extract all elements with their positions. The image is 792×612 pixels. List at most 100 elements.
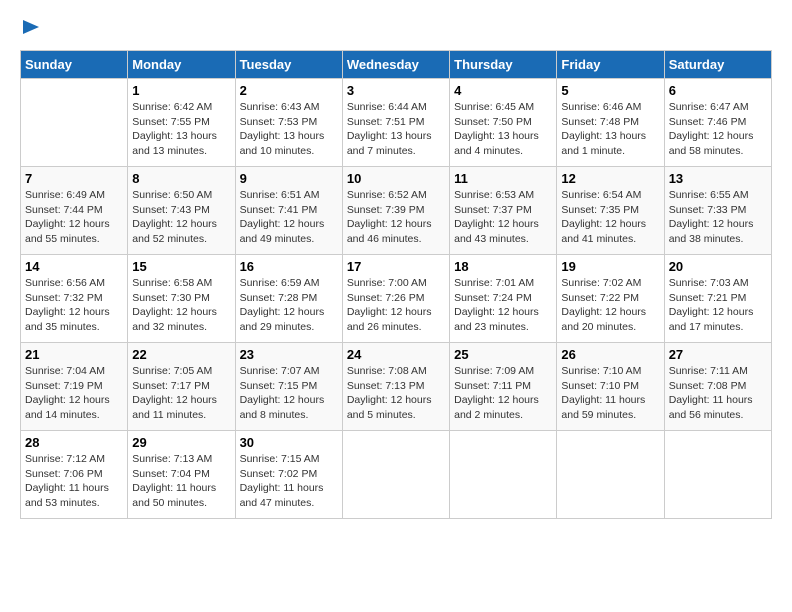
calendar-cell: 7 Sunrise: 6:49 AMSunset: 7:44 PMDaylight… <box>21 167 128 255</box>
calendar-cell: 18Sunrise: 7:01 AMSunset: 7:24 PMDayligh… <box>450 255 557 343</box>
day-number: 23 <box>240 347 338 362</box>
day-number: 24 <box>347 347 445 362</box>
day-number: 8 <box>132 171 230 186</box>
calendar-cell: 9 Sunrise: 6:51 AMSunset: 7:41 PMDaylight… <box>235 167 342 255</box>
day-number: 11 <box>454 171 552 186</box>
cell-sun-info: Sunrise: 6:50 AMSunset: 7:43 PMDaylight:… <box>132 188 230 247</box>
calendar-cell: 4 Sunrise: 6:45 AMSunset: 7:50 PMDaylight… <box>450 79 557 167</box>
day-number: 2 <box>240 83 338 98</box>
day-number: 1 <box>132 83 230 98</box>
cell-sun-info: Sunrise: 7:07 AMSunset: 7:15 PMDaylight:… <box>240 364 338 423</box>
calendar-cell: 13Sunrise: 6:55 AMSunset: 7:33 PMDayligh… <box>664 167 771 255</box>
day-number: 25 <box>454 347 552 362</box>
cell-sun-info: Sunrise: 6:42 AMSunset: 7:55 PMDaylight:… <box>132 100 230 159</box>
day-number: 22 <box>132 347 230 362</box>
calendar-cell: 2 Sunrise: 6:43 AMSunset: 7:53 PMDaylight… <box>235 79 342 167</box>
calendar-week-row: 21 Sunrise: 7:04 AMSunset: 7:19 PMDayligh… <box>21 343 772 431</box>
calendar-cell: 25Sunrise: 7:09 AMSunset: 7:11 PMDayligh… <box>450 343 557 431</box>
calendar-cell: 14 Sunrise: 6:56 AMSunset: 7:32 PMDayligh… <box>21 255 128 343</box>
day-number: 4 <box>454 83 552 98</box>
calendar-cell: 19 Sunrise: 7:02 AMSunset: 7:22 PMDayligh… <box>557 255 664 343</box>
weekday-header-row: SundayMondayTuesdayWednesdayThursdayFrid… <box>21 51 772 79</box>
cell-sun-info: Sunrise: 7:00 AMSunset: 7:26 PMDaylight:… <box>347 276 445 335</box>
day-number: 9 <box>240 171 338 186</box>
calendar-week-row: 1 Sunrise: 6:42 AMSunset: 7:55 PMDaylight… <box>21 79 772 167</box>
cell-sun-info: Sunrise: 7:15 AMSunset: 7:02 PMDaylight:… <box>240 452 338 511</box>
cell-sun-info: Sunrise: 7:08 AMSunset: 7:13 PMDaylight:… <box>347 364 445 423</box>
day-number: 14 <box>25 259 123 274</box>
cell-sun-info: Sunrise: 6:58 AMSunset: 7:30 PMDaylight:… <box>132 276 230 335</box>
day-number: 7 <box>25 171 123 186</box>
cell-sun-info: Sunrise: 6:53 AMSunset: 7:37 PMDaylight:… <box>454 188 552 247</box>
calendar-cell: 26Sunrise: 7:10 AMSunset: 7:10 PMDayligh… <box>557 343 664 431</box>
weekday-header-tuesday: Tuesday <box>235 51 342 79</box>
calendar-cell: 3 Sunrise: 6:44 AMSunset: 7:51 PMDaylight… <box>342 79 449 167</box>
day-number: 5 <box>561 83 659 98</box>
calendar-cell: 23 Sunrise: 7:07 AMSunset: 7:15 PMDayligh… <box>235 343 342 431</box>
calendar-cell: 5 Sunrise: 6:46 AMSunset: 7:48 PMDaylight… <box>557 79 664 167</box>
day-number: 10 <box>347 171 445 186</box>
day-number: 28 <box>25 435 123 450</box>
calendar-cell: 30 Sunrise: 7:15 AMSunset: 7:02 PMDayligh… <box>235 431 342 519</box>
calendar-cell: 17 Sunrise: 7:00 AMSunset: 7:26 PMDayligh… <box>342 255 449 343</box>
calendar-cell: 1 Sunrise: 6:42 AMSunset: 7:55 PMDaylight… <box>128 79 235 167</box>
day-number: 21 <box>25 347 123 362</box>
calendar-week-row: 7 Sunrise: 6:49 AMSunset: 7:44 PMDaylight… <box>21 167 772 255</box>
cell-sun-info: Sunrise: 6:51 AMSunset: 7:41 PMDaylight:… <box>240 188 338 247</box>
cell-sun-info: Sunrise: 7:10 AMSunset: 7:10 PMDaylight:… <box>561 364 659 423</box>
day-number: 30 <box>240 435 338 450</box>
calendar-cell: 10 Sunrise: 6:52 AMSunset: 7:39 PMDayligh… <box>342 167 449 255</box>
calendar-cell: 29 Sunrise: 7:13 AMSunset: 7:04 PMDayligh… <box>128 431 235 519</box>
cell-sun-info: Sunrise: 6:44 AMSunset: 7:51 PMDaylight:… <box>347 100 445 159</box>
weekday-header-monday: Monday <box>128 51 235 79</box>
logo-arrow-icon <box>23 20 39 34</box>
day-number: 17 <box>347 259 445 274</box>
calendar-cell: 16Sunrise: 6:59 AMSunset: 7:28 PMDayligh… <box>235 255 342 343</box>
day-number: 3 <box>347 83 445 98</box>
cell-sun-info: Sunrise: 7:02 AMSunset: 7:22 PMDaylight:… <box>561 276 659 335</box>
calendar-week-row: 14 Sunrise: 6:56 AMSunset: 7:32 PMDayligh… <box>21 255 772 343</box>
calendar-cell: 6 Sunrise: 6:47 AMSunset: 7:46 PMDaylight… <box>664 79 771 167</box>
cell-sun-info: Sunrise: 6:47 AMSunset: 7:46 PMDaylight:… <box>669 100 767 159</box>
calendar-cell: 12Sunrise: 6:54 AMSunset: 7:35 PMDayligh… <box>557 167 664 255</box>
calendar-cell: 21 Sunrise: 7:04 AMSunset: 7:19 PMDayligh… <box>21 343 128 431</box>
cell-sun-info: Sunrise: 7:11 AMSunset: 7:08 PMDaylight:… <box>669 364 767 423</box>
calendar-cell: 11 Sunrise: 6:53 AMSunset: 7:37 PMDayligh… <box>450 167 557 255</box>
cell-sun-info: Sunrise: 6:46 AMSunset: 7:48 PMDaylight:… <box>561 100 659 159</box>
day-number: 15 <box>132 259 230 274</box>
calendar-cell: 22Sunrise: 7:05 AMSunset: 7:17 PMDayligh… <box>128 343 235 431</box>
calendar-table: SundayMondayTuesdayWednesdayThursdayFrid… <box>20 50 772 519</box>
calendar-cell <box>450 431 557 519</box>
day-number: 29 <box>132 435 230 450</box>
weekday-header-saturday: Saturday <box>664 51 771 79</box>
calendar-cell <box>664 431 771 519</box>
cell-sun-info: Sunrise: 6:52 AMSunset: 7:39 PMDaylight:… <box>347 188 445 247</box>
cell-sun-info: Sunrise: 6:43 AMSunset: 7:53 PMDaylight:… <box>240 100 338 159</box>
weekday-header-friday: Friday <box>557 51 664 79</box>
cell-sun-info: Sunrise: 6:55 AMSunset: 7:33 PMDaylight:… <box>669 188 767 247</box>
calendar-cell <box>21 79 128 167</box>
calendar-cell: 8 Sunrise: 6:50 AMSunset: 7:43 PMDaylight… <box>128 167 235 255</box>
cell-sun-info: Sunrise: 7:04 AMSunset: 7:19 PMDaylight:… <box>25 364 123 423</box>
weekday-header-sunday: Sunday <box>21 51 128 79</box>
cell-sun-info: Sunrise: 6:59 AMSunset: 7:28 PMDaylight:… <box>240 276 338 335</box>
cell-sun-info: Sunrise: 6:54 AMSunset: 7:35 PMDaylight:… <box>561 188 659 247</box>
calendar-cell <box>342 431 449 519</box>
calendar-cell: 24 Sunrise: 7:08 AMSunset: 7:13 PMDayligh… <box>342 343 449 431</box>
cell-sun-info: Sunrise: 6:56 AMSunset: 7:32 PMDaylight:… <box>25 276 123 335</box>
day-number: 6 <box>669 83 767 98</box>
day-number: 19 <box>561 259 659 274</box>
cell-sun-info: Sunrise: 6:49 AMSunset: 7:44 PMDaylight:… <box>25 188 123 247</box>
cell-sun-info: Sunrise: 7:12 AMSunset: 7:06 PMDaylight:… <box>25 452 123 511</box>
cell-sun-info: Sunrise: 6:45 AMSunset: 7:50 PMDaylight:… <box>454 100 552 159</box>
calendar-cell: 27 Sunrise: 7:11 AMSunset: 7:08 PMDayligh… <box>664 343 771 431</box>
day-number: 27 <box>669 347 767 362</box>
day-number: 20 <box>669 259 767 274</box>
page-header <box>20 20 772 40</box>
calendar-cell: 28 Sunrise: 7:12 AMSunset: 7:06 PMDayligh… <box>21 431 128 519</box>
calendar-cell: 15 Sunrise: 6:58 AMSunset: 7:30 PMDayligh… <box>128 255 235 343</box>
calendar-cell: 20Sunrise: 7:03 AMSunset: 7:21 PMDayligh… <box>664 255 771 343</box>
calendar-week-row: 28 Sunrise: 7:12 AMSunset: 7:06 PMDayligh… <box>21 431 772 519</box>
cell-sun-info: Sunrise: 7:01 AMSunset: 7:24 PMDaylight:… <box>454 276 552 335</box>
cell-sun-info: Sunrise: 7:13 AMSunset: 7:04 PMDaylight:… <box>132 452 230 511</box>
